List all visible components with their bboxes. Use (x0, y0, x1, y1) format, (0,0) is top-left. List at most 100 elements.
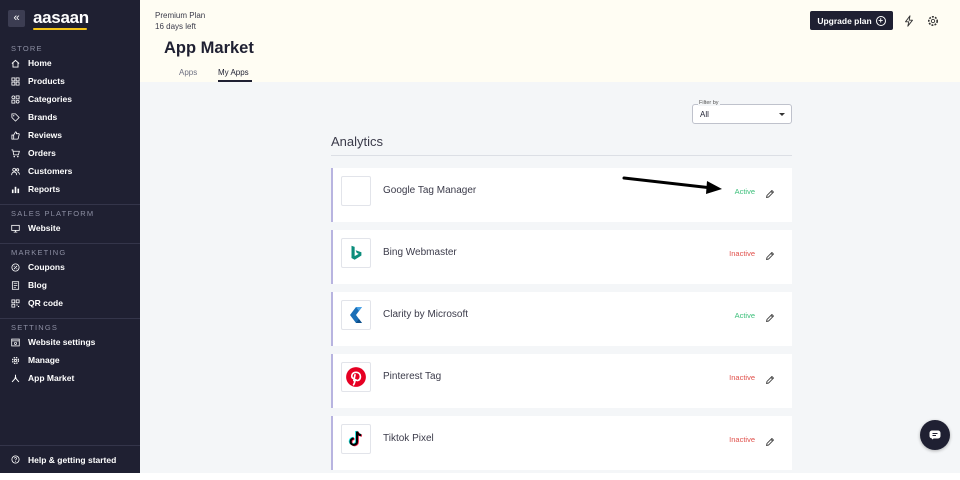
sidebar-item-label: Categories (28, 94, 72, 104)
app-name: Bing Webmaster (383, 247, 457, 258)
pencil-icon[interactable] (765, 310, 775, 322)
status-badge: Active (734, 311, 755, 320)
filter-by-select[interactable]: Filter by All (692, 100, 792, 124)
sidebar-item-qr-code[interactable]: QR code (0, 294, 140, 312)
sidebar-item-website-settings[interactable]: Website settings (0, 333, 140, 351)
sidebar-item-brands[interactable]: Brands (0, 108, 140, 126)
sidebar-item-manage[interactable]: Manage (0, 351, 140, 369)
status-badge: Inactive (729, 249, 755, 258)
main-content: Filter by All Analytics Google Tag Manag… (140, 82, 960, 473)
website-settings-icon (11, 338, 20, 347)
sidebar-item-categories[interactable]: Categories (0, 90, 140, 108)
page-title: App Market (164, 39, 254, 57)
sidebar-item-label: Coupons (28, 262, 65, 272)
coupon-icon (11, 262, 20, 272)
plan-info: Premium Plan 16 days left (155, 10, 205, 32)
pencil-icon[interactable] (765, 434, 775, 446)
help-getting-started[interactable]: Help & getting started (0, 445, 140, 473)
tiktok-logo (341, 424, 371, 454)
sidebar-item-label: Website (28, 223, 61, 233)
sidebar-item-customers[interactable]: Customers (0, 162, 140, 180)
app-card-clarity-by-microsoft[interactable]: Clarity by Microsoft Active (331, 292, 792, 346)
google-tag-manager-logo (341, 176, 371, 206)
clarity-logo (341, 300, 371, 330)
pinterest-logo (341, 362, 371, 392)
sidebar-item-label: QR code (28, 298, 63, 308)
status-badge: Active (734, 187, 755, 196)
sidebar-item-label: Reports (28, 184, 61, 194)
monitor-icon (11, 224, 20, 233)
status-badge: Inactive (729, 373, 755, 382)
sidebar-item-label: App Market (28, 373, 75, 383)
sidebar-item-label: Blog (28, 280, 47, 290)
app-name: Pinterest Tag (383, 371, 442, 382)
upgrade-plan-button[interactable]: Upgrade plan + (810, 11, 893, 30)
app-market-icon (11, 374, 20, 383)
plan-name: Premium Plan (155, 11, 206, 20)
sidebar-item-home[interactable]: Home (0, 54, 140, 72)
sidebar-item-blog[interactable]: Blog (0, 276, 140, 294)
sidebar-item-label: Brands (28, 112, 58, 122)
filter-value: All (700, 110, 709, 119)
products-icon (11, 76, 20, 86)
cart-icon (11, 148, 20, 158)
categories-icon (11, 94, 20, 104)
pencil-icon[interactable] (765, 186, 775, 198)
section-label-marketing: MARKETING (11, 248, 67, 257)
chat-icon (929, 430, 941, 440)
section-title: Analytics (331, 134, 384, 149)
blog-icon (11, 280, 20, 290)
chart-icon (11, 185, 20, 194)
bing-logo (341, 238, 371, 268)
sidebar-header: « aasaan (0, 0, 140, 36)
sidebar-item-label: Reviews (28, 130, 63, 140)
help-icon (11, 455, 20, 464)
app-card-pinterest-tag[interactable]: Pinterest Tag Inactive (331, 354, 792, 408)
gear-icon[interactable] (927, 14, 939, 26)
lightning-icon[interactable] (903, 14, 915, 27)
pencil-icon[interactable] (765, 248, 775, 260)
page-header: Premium Plan 16 days left App Market App… (140, 0, 960, 82)
section-divider (331, 155, 792, 156)
app-name: Google Tag Manager (383, 185, 477, 196)
thumbs-up-icon (11, 130, 20, 140)
sidebar-item-orders[interactable]: Orders (0, 144, 140, 162)
sidebar-item-website[interactable]: Website (0, 219, 140, 237)
tab-my-apps[interactable]: My Apps (218, 68, 249, 77)
sidebar-item-reviews[interactable]: Reviews (0, 126, 140, 144)
sidebar-item-label: Home (28, 58, 52, 68)
sidebar-divider (0, 243, 140, 244)
sidebar-item-label: Manage (28, 355, 60, 365)
sidebar-divider (0, 204, 140, 205)
pencil-icon[interactable] (765, 372, 775, 384)
sidebar-item-label: Orders (28, 148, 56, 158)
sidebar-item-label: Customers (28, 166, 73, 176)
upgrade-plan-label: Upgrade plan (817, 15, 872, 26)
sidebar-item-label: Products (28, 76, 65, 86)
plan-days-left: 16 days left (155, 22, 196, 31)
aasaan-logo[interactable]: aasaan (33, 8, 89, 30)
sidebar-item-reports[interactable]: Reports (0, 180, 140, 198)
sidebar-item-app-market[interactable]: App Market (0, 369, 140, 387)
qr-icon (11, 298, 20, 308)
section-label-sales-platform: SALES PLATFORM (11, 209, 95, 218)
collapse-sidebar-icon[interactable]: « (8, 9, 25, 27)
status-badge: Inactive (729, 435, 755, 444)
home-icon (11, 59, 20, 68)
app-name: Clarity by Microsoft (383, 309, 469, 320)
chat-widget-button[interactable] (920, 420, 950, 450)
filter-label: Filter by (698, 100, 720, 106)
sidebar: « aasaan STORE Home Products Categories … (0, 0, 140, 473)
sidebar-item-label: Website settings (28, 337, 96, 347)
sidebar-item-products[interactable]: Products (0, 72, 140, 90)
app-card-bing-webmaster[interactable]: Bing Webmaster Inactive (331, 230, 792, 284)
tab-apps[interactable]: Apps (179, 68, 197, 77)
plus-circle-icon: + (875, 15, 886, 26)
tag-icon (11, 112, 20, 122)
users-icon (11, 167, 20, 176)
app-name: Tiktok Pixel (383, 433, 434, 444)
sidebar-divider (0, 318, 140, 319)
sidebar-item-coupons[interactable]: Coupons (0, 258, 140, 276)
section-label-settings: SETTINGS (11, 323, 59, 332)
app-card-tiktok-pixel[interactable]: Tiktok Pixel Inactive (331, 416, 792, 470)
